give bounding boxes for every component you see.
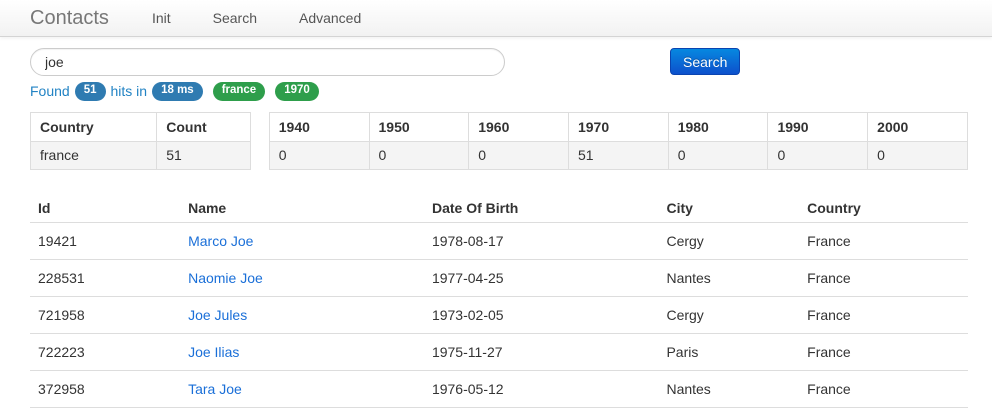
contact-name-link[interactable]: Tara Joe [188,381,242,397]
decade-header-1990: 1990 [768,112,868,141]
country-facet-header-count: Count [157,112,251,141]
contact-country: France [799,296,968,333]
decade-header-1970: 1970 [568,112,668,141]
decade-header-1940: 1940 [269,112,369,141]
contact-dob: 1976-05-12 [424,370,659,407]
country-facet-row: france 51 [31,141,251,169]
navbar: Contacts Init Search Advanced [0,0,992,37]
country-facet-header-country: Country [31,112,157,141]
nav-item-search[interactable]: Search [192,0,278,36]
search-input[interactable] [30,48,505,76]
decade-header-1950: 1950 [369,112,469,141]
table-row: 721958 Joe Jules 1973-02-05 Cergy France [30,296,968,333]
contact-country: France [799,259,968,296]
contact-country: France [799,333,968,370]
query-time-badge: 18 ms [152,82,203,101]
decade-count-1980: 0 [668,141,768,169]
decade-count-1940: 0 [269,141,369,169]
contact-dob: 1977-04-25 [424,259,659,296]
contact-name-link[interactable]: Joe Ilias [188,344,239,360]
country-facet-value: france [31,141,157,169]
main-content: Search Found 51 hits in 18 ms france 197… [0,48,992,408]
decade-header-1980: 1980 [668,112,768,141]
contact-name-link[interactable]: Marco Joe [188,233,253,249]
table-row: 228531 Naomie Joe 1977-04-25 Nantes Fran… [30,259,968,296]
results-summary: Found 51 hits in 18 ms france 1970 [30,82,968,101]
facet-tables: Country Count france 51 1940 1950 1960 1… [30,112,968,170]
decade-facet-table: 1940 1950 1960 1970 1980 1990 2000 0 0 0… [269,112,968,170]
table-row: 19421 Marco Joe 1978-08-17 Cergy France [30,222,968,259]
filter-badge-country[interactable]: france [213,82,266,101]
contact-name-link[interactable]: Naomie Joe [188,270,263,286]
contacts-header-city: City [658,194,799,223]
contacts-header-row: Id Name Date Of Birth City Country [30,194,968,223]
hits-count-badge: 51 [75,82,106,101]
contacts-header-id: Id [30,194,180,223]
contacts-header-name: Name [180,194,424,223]
brand-link[interactable]: Contacts [30,7,109,30]
country-facet-header-row: Country Count [31,112,251,141]
decade-count-1970: 51 [568,141,668,169]
contact-city: Nantes [658,259,799,296]
contact-name-link[interactable]: Joe Jules [188,307,247,323]
table-row: 372958 Tara Joe 1976-05-12 Nantes France [30,370,968,407]
decade-count-1990: 0 [768,141,868,169]
search-button[interactable]: Search [670,48,740,75]
contact-id: 19421 [30,222,180,259]
nav-item-init[interactable]: Init [131,0,192,36]
contact-city: Nantes [658,370,799,407]
decade-facet-value-row: 0 0 0 51 0 0 0 [269,141,967,169]
nav-item-advanced[interactable]: Advanced [278,0,382,36]
country-facet-count: 51 [157,141,251,169]
contact-id: 721958 [30,296,180,333]
country-facet-table: Country Count france 51 [30,112,251,170]
contact-city: Cergy [658,222,799,259]
decade-header-1960: 1960 [469,112,569,141]
contact-dob: 1975-11-27 [424,333,659,370]
contact-id: 372958 [30,370,180,407]
decade-count-1960: 0 [469,141,569,169]
contact-dob: 1978-08-17 [424,222,659,259]
contact-id: 722223 [30,333,180,370]
filter-badge-decade[interactable]: 1970 [275,82,319,101]
contacts-header-dob: Date Of Birth [424,194,659,223]
contacts-header-country: Country [799,194,968,223]
decade-facet-header-row: 1940 1950 1960 1970 1980 1990 2000 [269,112,967,141]
decade-count-1950: 0 [369,141,469,169]
contact-country: France [799,370,968,407]
contact-country: France [799,222,968,259]
contact-id: 228531 [30,259,180,296]
contact-dob: 1973-02-05 [424,296,659,333]
search-form: Search [30,48,968,76]
hits-in-label: hits in [111,83,148,99]
contacts-table: Id Name Date Of Birth City Country 19421… [30,194,968,408]
contact-city: Paris [658,333,799,370]
contact-city: Cergy [658,296,799,333]
table-row: 722223 Joe Ilias 1975-11-27 Paris France [30,333,968,370]
decade-count-2000: 0 [868,141,968,169]
found-label: Found [30,83,70,99]
decade-header-2000: 2000 [868,112,968,141]
